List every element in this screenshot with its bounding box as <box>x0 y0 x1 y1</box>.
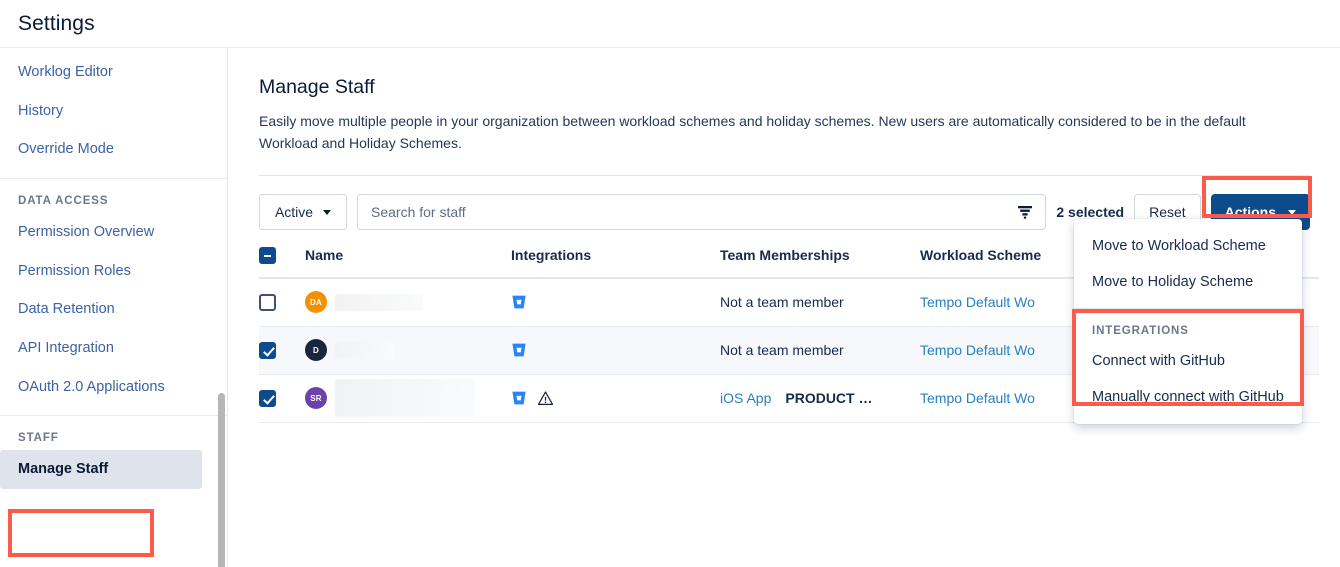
sidebar-item-override-mode[interactable]: Override Mode <box>0 130 227 169</box>
row-select-cell <box>259 278 305 327</box>
row-select-cell <box>259 326 305 375</box>
chevron-down-icon <box>323 209 332 215</box>
menu-item-manually-connect-with-github[interactable]: Manually connect with GitHub <box>1074 379 1302 415</box>
menu-item-connect-with-github[interactable]: Connect with GitHub <box>1074 343 1302 379</box>
header-team-memberships[interactable]: Team Memberships <box>720 246 920 280</box>
header-select-all-cell <box>259 246 305 280</box>
redacted-name <box>335 293 423 311</box>
sidebar-item-data-retention[interactable]: Data Retention <box>0 290 227 329</box>
sidebar-item-permission-roles[interactable]: Permission Roles <box>0 252 227 291</box>
menu-item-move-to-workload-scheme[interactable]: Move to Workload Scheme <box>1074 228 1302 264</box>
warning-icon[interactable] <box>537 390 554 407</box>
bitbucket-icon[interactable] <box>511 390 527 406</box>
sidebar-item-worklog-editor[interactable]: Worklog Editor <box>0 53 227 92</box>
menu-separator <box>1074 308 1302 309</box>
select-all-checkbox[interactable] <box>259 247 276 265</box>
page-header: Settings <box>0 0 1340 47</box>
menu-item-move-to-holiday-scheme[interactable]: Move to Holiday Scheme <box>1074 264 1302 300</box>
bitbucket-icon[interactable] <box>511 294 527 310</box>
sidebar-section-data-access: DATA ACCESS <box>18 195 109 208</box>
header-integrations[interactable]: Integrations <box>511 246 720 280</box>
search-input[interactable] <box>358 195 1046 230</box>
row-team-cell: iOS App PRODUCT … <box>720 374 920 423</box>
row-integrations-cell <box>511 374 720 423</box>
team-extra-label: PRODUCT … <box>785 390 873 407</box>
workload-scheme-link[interactable]: Tempo Default Wo <box>920 390 1035 406</box>
team-link[interactable]: iOS App <box>720 390 771 406</box>
bitbucket-icon[interactable] <box>511 342 527 358</box>
workload-scheme-link[interactable]: Tempo Default Wo <box>920 294 1035 310</box>
sidebar-scrollbar[interactable] <box>218 393 225 567</box>
actions-button-label: Actions <box>1224 204 1276 221</box>
row-name-cell: SR <box>305 374 511 423</box>
sidebar-item-oauth-applications[interactable]: OAuth 2.0 Applications <box>0 368 227 407</box>
row-integrations-cell <box>511 278 720 327</box>
manage-staff-heading: Manage Staff <box>259 76 375 98</box>
row-checkbox[interactable] <box>259 294 276 312</box>
row-checkbox[interactable] <box>259 342 276 360</box>
sidebar-item-permission-overview[interactable]: Permission Overview <box>0 213 227 252</box>
menu-section-integrations: INTEGRATIONS <box>1092 325 1189 337</box>
avatar: D <box>305 339 327 362</box>
manage-staff-description: Easily move multiple people in your orga… <box>259 113 1246 151</box>
workload-scheme-link[interactable]: Tempo Default Wo <box>920 342 1035 358</box>
row-checkbox[interactable] <box>259 390 276 408</box>
header-name[interactable]: Name <box>305 246 511 280</box>
avatar: DA <box>305 291 327 314</box>
selected-count-label: 2 selected <box>1056 204 1125 221</box>
redacted-name <box>335 379 475 418</box>
settings-page: Settings Worklog Editor History Override… <box>0 0 1340 567</box>
search-field-wrapper[interactable] <box>357 194 1047 231</box>
content-divider <box>259 175 1310 177</box>
sidebar-item-api-integration[interactable]: API Integration <box>0 329 227 368</box>
status-filter-dropdown[interactable]: Active <box>259 194 347 231</box>
avatar: SR <box>305 387 327 410</box>
row-integrations-cell <box>511 326 720 375</box>
sidebar-section-staff: STAFF <box>18 432 59 445</box>
row-team-cell: Not a team member <box>720 326 920 375</box>
page-title: Settings <box>18 11 95 35</box>
actions-dropdown-menu: Move to Workload Scheme Move to Holiday … <box>1074 219 1302 424</box>
filter-funnel-icon[interactable] <box>1017 204 1033 220</box>
row-select-cell <box>259 374 305 423</box>
sidebar-item-history[interactable]: History <box>0 92 227 131</box>
row-team-cell: Not a team member <box>720 278 920 327</box>
sidebar-item-manage-staff[interactable]: Manage Staff <box>0 450 202 490</box>
chevron-down-icon <box>1288 209 1296 215</box>
status-filter-label: Active <box>274 204 314 221</box>
row-name-cell: D <box>305 326 511 375</box>
row-name-cell: DA <box>305 278 511 327</box>
redacted-name <box>335 341 395 359</box>
settings-sidebar[interactable]: Worklog Editor History Override Mode DAT… <box>0 47 228 567</box>
